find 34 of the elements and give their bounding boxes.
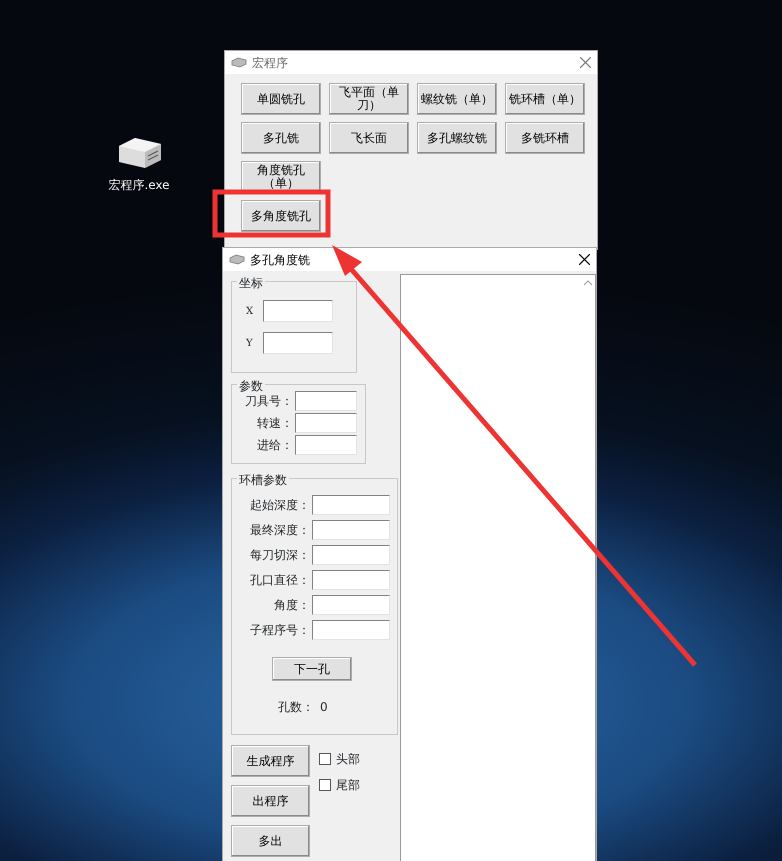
action-button[interactable]: 生成程序 xyxy=(231,745,310,777)
checkbox-label: 头部 xyxy=(336,751,360,768)
function-button[interactable]: 铣环槽（单） xyxy=(505,83,585,115)
field-label: 起始深度： xyxy=(250,497,310,514)
function-button[interactable]: 多孔铣 xyxy=(241,122,321,154)
function-button[interactable]: 飞平面（单刀） xyxy=(329,83,409,115)
action-button[interactable]: 多出 xyxy=(231,825,310,857)
group-label: 环槽参数 xyxy=(237,471,289,489)
checkbox-label: 尾部 xyxy=(336,777,360,794)
function-button[interactable]: 多孔螺纹铣 xyxy=(417,122,497,154)
field-label: 转速： xyxy=(257,415,293,432)
window-title: 宏程序 xyxy=(252,54,289,72)
field-label: 孔口直径： xyxy=(250,572,310,589)
field-label: 子程序号： xyxy=(250,622,310,639)
action-button[interactable]: 出程序 xyxy=(231,785,310,817)
function-button[interactable]: 单圆铣孔 xyxy=(241,83,321,115)
field-label: X xyxy=(246,304,254,318)
function-button[interactable]: 多铣环槽 xyxy=(505,122,585,154)
next-hole-button[interactable]: 下一孔 xyxy=(272,657,352,681)
icon-label[interactable]: 宏程序.exe xyxy=(108,176,170,194)
window-title: 多孔角度铣 xyxy=(250,252,311,268)
group-label: 坐标 xyxy=(237,274,265,292)
field-label: Y xyxy=(246,336,253,350)
hole-count-label: 孔数： xyxy=(278,699,314,716)
group-label: 参数 xyxy=(237,377,265,395)
function-button[interactable]: 飞长面 xyxy=(329,122,409,154)
function-button[interactable]: 多角度铣孔 xyxy=(241,200,321,232)
field-label: 角度： xyxy=(274,597,310,614)
field-label: 每刀切深： xyxy=(250,547,310,564)
field-label: 最终深度： xyxy=(250,522,310,539)
field-label: 进给： xyxy=(257,437,293,454)
function-button[interactable]: 螺纹铣（单） xyxy=(417,83,497,115)
field-label: 刀具号： xyxy=(245,393,293,410)
hole-count-value: 0 xyxy=(320,699,328,716)
